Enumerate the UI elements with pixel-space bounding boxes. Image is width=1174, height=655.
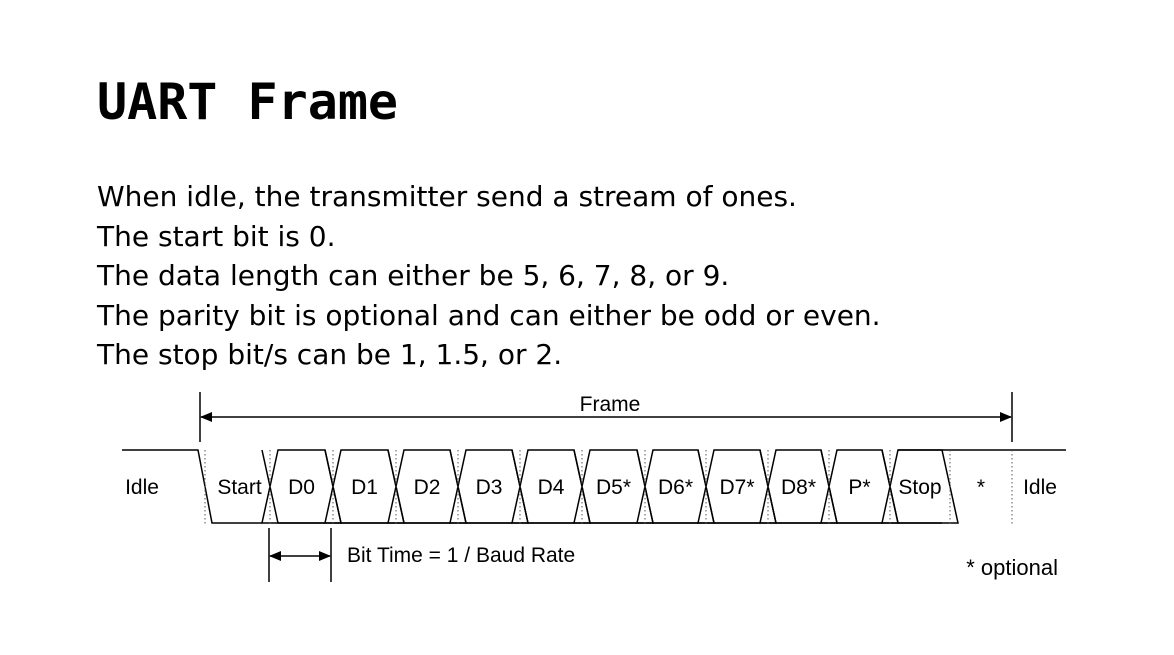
bit-label-2: D1 [351, 476, 378, 499]
bit-label-4: D3 [476, 476, 503, 499]
bit-label-11: Stop [898, 476, 941, 499]
bit-label-10: P* [848, 476, 870, 499]
bit-label-0: Start [217, 476, 262, 499]
bit-time-label: Bit Time = 1 / Baud Rate [347, 544, 575, 567]
bit-label-7: D6* [658, 476, 693, 499]
bit-label-3: D2 [414, 476, 441, 499]
bit-label-5: D4 [538, 476, 565, 499]
bit-label-12: * [977, 476, 985, 499]
optional-note: * optional [966, 555, 1058, 580]
bit-label-8: D7* [719, 476, 754, 499]
idle-left-label: Idle [125, 476, 159, 499]
bit-label-9: D8* [781, 476, 816, 499]
uart-frame-diagram: Frame Idle Idle Start D0 D1 D2 D3 D4 D5* D6* D7*… [122, 392, 1066, 582]
bit-label-6: D5* [596, 476, 631, 499]
bit-time-indicator: Bit Time = 1 / Baud Rate [268, 528, 575, 582]
idle-right-label: Idle [1023, 476, 1057, 499]
frame-label: Frame [580, 393, 641, 416]
frame-span: Frame [199, 392, 1013, 442]
bit-label-1: D0 [288, 476, 315, 499]
